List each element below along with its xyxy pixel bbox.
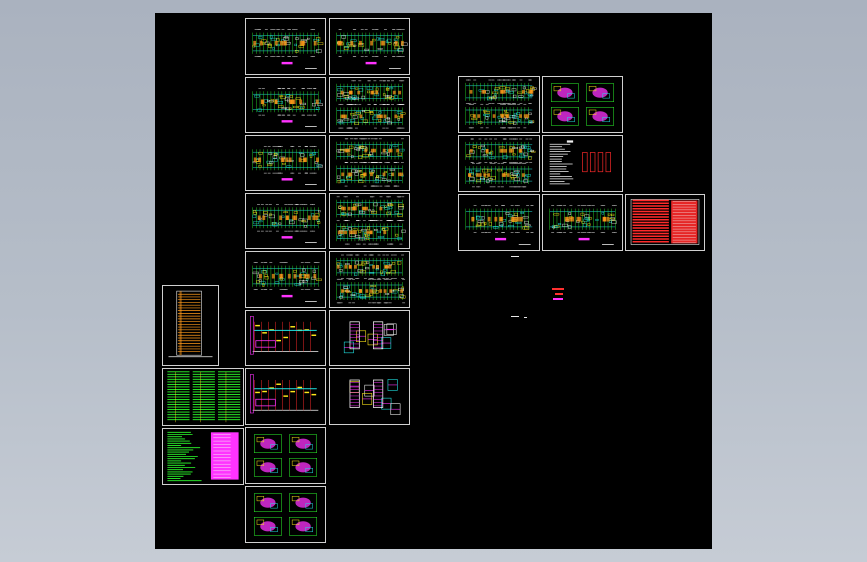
sheet-col1-elevation[interactable] xyxy=(162,285,219,366)
magenta-title-mark xyxy=(553,298,563,300)
sheet-drawing xyxy=(168,290,213,358)
sheet-right-plan-double-1[interactable] xyxy=(458,76,540,133)
sheet-drawing xyxy=(336,254,406,304)
sheet-col3-plan-double-1[interactable] xyxy=(329,77,410,133)
annotation-tick xyxy=(524,317,527,318)
sheet-drawing xyxy=(336,196,406,245)
sheet-col2-section-1[interactable] xyxy=(245,310,326,366)
sheet-right-units[interactable] xyxy=(542,76,623,133)
sheet-drawing xyxy=(465,79,537,129)
sheet-drawing xyxy=(349,379,401,416)
sheet-col2-units-1[interactable] xyxy=(245,427,326,484)
sheet-drawing xyxy=(336,29,408,69)
sheet-drawing xyxy=(250,374,319,414)
sheet-drawing xyxy=(253,434,318,477)
sheet-col2-plan-4[interactable] xyxy=(245,193,326,249)
sheet-col2-plan-3[interactable] xyxy=(245,135,326,191)
sheet-drawing xyxy=(252,29,324,69)
sheet-drawing xyxy=(252,146,323,185)
sheet-drawing xyxy=(252,262,322,302)
sheet-col3-details-2[interactable] xyxy=(329,368,410,425)
sheet-col3-plan-double-4[interactable] xyxy=(329,251,410,308)
sheet-drawing xyxy=(465,138,536,188)
red-title-mark xyxy=(552,288,564,290)
sheet-drawing xyxy=(465,205,534,245)
sheet-drawing xyxy=(343,321,397,354)
sheet-drawing xyxy=(549,205,617,245)
sheet-drawing xyxy=(549,140,611,185)
sheet-col2-plan-2[interactable] xyxy=(245,77,326,133)
sheet-col3-plan-1[interactable] xyxy=(329,18,410,75)
sheet-col3-plan-double-3[interactable] xyxy=(329,193,410,249)
sheet-drawing xyxy=(550,83,615,126)
sheet-drawing xyxy=(630,199,700,245)
cad-model-space[interactable] xyxy=(155,13,712,549)
red-title-mark xyxy=(555,293,563,295)
sheet-right-notes[interactable] xyxy=(542,135,623,192)
sheet-col2-units-2[interactable] xyxy=(245,486,326,543)
sheet-right-plan-2[interactable] xyxy=(542,194,623,251)
sheet-drawing xyxy=(253,493,318,536)
sheet-right-table-red[interactable] xyxy=(625,194,705,251)
sheet-col3-details-1[interactable] xyxy=(329,310,410,366)
annotation-line xyxy=(511,256,519,257)
sheet-drawing xyxy=(250,316,319,355)
sheet-drawing xyxy=(252,88,323,127)
sheet-drawing xyxy=(336,80,406,129)
sheet-drawing xyxy=(336,138,405,187)
sheet-col2-plan-1[interactable] xyxy=(245,18,326,75)
sheet-col1-table-green[interactable] xyxy=(162,368,244,426)
sheet-col3-plan-double-2[interactable] xyxy=(329,135,410,191)
sheet-col2-section-2[interactable] xyxy=(245,368,326,425)
sheet-drawing xyxy=(167,371,241,423)
sheet-drawing xyxy=(167,431,239,482)
sheet-col1-notes[interactable] xyxy=(162,428,244,485)
annotation-line xyxy=(511,316,519,317)
sheet-col2-plan-5[interactable] xyxy=(245,251,326,308)
sheet-right-plan-1[interactable] xyxy=(458,194,540,251)
sheet-right-plan-double-2[interactable] xyxy=(458,135,540,192)
sheet-drawing xyxy=(252,204,321,243)
